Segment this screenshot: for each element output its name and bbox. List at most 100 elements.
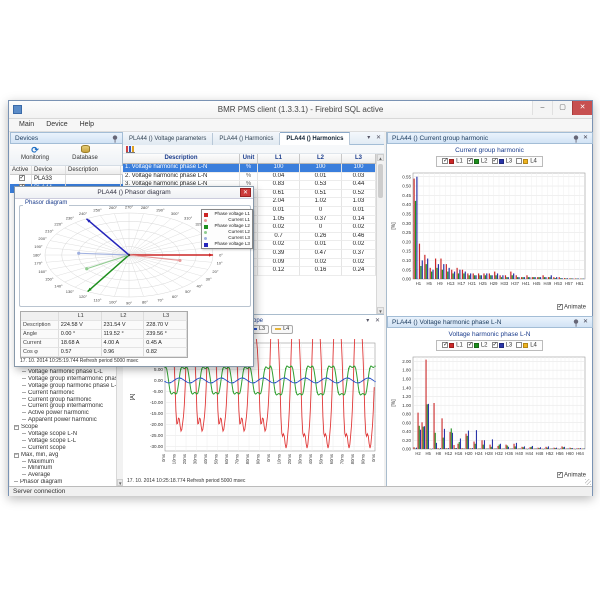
phasor-close-button[interactable]: ✕ xyxy=(240,188,251,197)
tab-close-icon[interactable]: ✕ xyxy=(376,135,381,141)
collapse-icon[interactable]: − xyxy=(14,425,19,430)
tab-list-dropdown-icon[interactable]: ▾ xyxy=(367,135,370,141)
tree-item[interactable]: Voltage harmonic phase L-L xyxy=(10,369,123,376)
active-checkbox[interactable]: ✓ xyxy=(19,175,25,181)
legend-item-l3[interactable]: ✓L3 xyxy=(492,158,513,165)
legend-item-l3[interactable]: ✓L3 xyxy=(492,342,513,349)
chart-icon-button[interactable] xyxy=(126,146,135,153)
maximize-button[interactable]: ▢ xyxy=(552,101,572,115)
svg-text:40ms: 40ms xyxy=(308,454,313,464)
harmonic-row[interactable]: 1. Voltage harmonic phase L-N% 100100100 xyxy=(123,164,384,173)
series-swatch-icon xyxy=(523,343,528,348)
tree-item[interactable]: Voltage group harmonic phase L-L xyxy=(10,383,123,390)
window-titlebar[interactable]: BMR PMS client (1.3.3.1) - Firebird SQL … xyxy=(9,101,592,119)
svg-text:H53: H53 xyxy=(554,281,562,286)
minimize-button[interactable]: – xyxy=(532,101,552,115)
tree-item[interactable]: Apparent power harmonic xyxy=(10,417,123,424)
svg-text:130°: 130° xyxy=(66,289,75,294)
legend-item-l1[interactable]: ✓L1 xyxy=(442,158,463,165)
monitoring-button[interactable]: ⟳Monitoring xyxy=(10,144,60,165)
series-checkbox[interactable]: ✓ xyxy=(442,342,448,348)
svg-text:10ms: 10ms xyxy=(172,454,177,464)
series-checkbox[interactable] xyxy=(516,342,522,348)
menu-item-main[interactable]: Main xyxy=(13,119,40,130)
tree-item[interactable]: Current scope xyxy=(10,445,123,452)
svg-text:10ms: 10ms xyxy=(277,454,282,464)
scope-toggle-l4[interactable]: L4 xyxy=(271,325,293,334)
tree-item[interactable]: Voltage group interharmonic phase L-L xyxy=(10,376,123,383)
tree-item[interactable]: −Scope xyxy=(10,424,123,431)
panel-close-icon[interactable]: ✕ xyxy=(375,318,380,324)
panel-close-icon[interactable]: ✕ xyxy=(583,133,588,144)
svg-text:10°: 10° xyxy=(217,261,223,266)
column-header[interactable]: Active xyxy=(10,166,32,174)
legend-item-l4[interactable]: L4 xyxy=(516,342,537,349)
column-header[interactable]: L3 xyxy=(342,154,376,164)
tree-item[interactable]: Maximum xyxy=(10,459,123,466)
scope-series-toggles: L3L4 xyxy=(247,325,295,334)
svg-text:0.45: 0.45 xyxy=(402,193,411,198)
phasor-window-titlebar[interactable]: PLA44 () Phasor diagram ✕ xyxy=(15,187,253,199)
series-checkbox[interactable]: ✓ xyxy=(467,342,473,348)
svg-text:0.10: 0.10 xyxy=(402,258,411,263)
svg-text:-15.00: -15.00 xyxy=(150,411,163,416)
column-header[interactable]: Device xyxy=(32,166,66,174)
database-button[interactable]: Database xyxy=(60,144,110,165)
menu-item-help[interactable]: Help xyxy=(74,119,100,130)
pin-icon[interactable] xyxy=(573,135,579,147)
chart-title: Current group harmonic xyxy=(387,147,592,154)
series-checkbox[interactable] xyxy=(516,158,522,164)
tree-item[interactable]: Minimum xyxy=(10,465,123,472)
legend-dot-icon xyxy=(204,237,207,240)
tree-item[interactable]: Average xyxy=(10,472,123,479)
scroll-up-icon[interactable]: ▲ xyxy=(377,154,384,161)
harmonics-scroll-thumb[interactable] xyxy=(378,164,383,198)
legend-item-l1[interactable]: ✓L1 xyxy=(442,342,463,349)
svg-text:30ms: 30ms xyxy=(298,454,303,464)
series-checkbox[interactable]: ✓ xyxy=(492,158,498,164)
tree-item[interactable]: Phasor diagram xyxy=(10,479,123,486)
series-checkbox[interactable]: ✓ xyxy=(467,158,473,164)
column-header[interactable]: Description xyxy=(123,154,240,164)
pin-icon[interactable] xyxy=(573,319,579,331)
resize-grip[interactable] xyxy=(585,479,591,485)
menu-bar: MainDeviceHelp xyxy=(9,119,592,132)
app-window: BMR PMS client (1.3.3.1) - Firebird SQL … xyxy=(8,100,593,496)
tab[interactable]: PLA44 () Harmonics xyxy=(280,132,350,145)
svg-text:0.00: 0.00 xyxy=(154,378,163,383)
harmonic-row[interactable]: 2. Voltage harmonic phase L-N% 0.040.010… xyxy=(123,173,384,182)
tree-item[interactable]: Voltage scope L-L xyxy=(10,438,123,445)
tree-item[interactable]: Current group interharmonic xyxy=(10,403,123,410)
panel-close-icon[interactable]: ✕ xyxy=(583,317,588,328)
tree-item[interactable]: −Max, min, avg xyxy=(10,452,123,459)
column-header[interactable]: L1 xyxy=(258,154,300,164)
column-header[interactable]: L2 xyxy=(300,154,342,164)
menu-item-device[interactable]: Device xyxy=(40,119,73,130)
legend-item-l2[interactable]: ✓L2 xyxy=(467,342,488,349)
animate-checkbox[interactable]: ✓ Animate xyxy=(557,304,586,311)
legend-item-l4[interactable]: L4 xyxy=(516,158,537,165)
tree-item[interactable]: Active power harmonic xyxy=(10,410,123,417)
tree-item[interactable]: Current harmonic xyxy=(10,390,123,397)
series-checkbox[interactable]: ✓ xyxy=(442,158,448,164)
column-header[interactable]: Unit xyxy=(240,154,258,164)
phasor-window[interactable]: PLA44 () Phasor diagram ✕ Phasor diagram… xyxy=(14,186,254,367)
series-checkbox[interactable]: ✓ xyxy=(492,342,498,348)
panel-dropdown-icon[interactable]: ▾ xyxy=(366,318,369,324)
animate-checkbox[interactable]: ✓ Animate xyxy=(557,472,586,479)
harmonics-scrollbar[interactable]: ▲ ▼ xyxy=(376,154,384,314)
svg-text:20ms: 20ms xyxy=(182,454,187,464)
status-text: Server connection xyxy=(13,488,65,495)
scroll-down-icon[interactable]: ▼ xyxy=(377,307,384,314)
collapse-icon[interactable]: − xyxy=(14,453,19,458)
tree-item[interactable]: Current group harmonic xyxy=(10,397,123,404)
legend-item-l2[interactable]: ✓L2 xyxy=(467,158,488,165)
device-row[interactable]: ✓ PLA33 xyxy=(10,175,123,184)
svg-text:150°: 150° xyxy=(45,276,54,281)
branch-tick xyxy=(22,433,26,434)
column-header[interactable]: Description xyxy=(66,166,121,174)
close-button[interactable]: ✕ xyxy=(572,101,592,115)
phasor-info-row: Angle0.00 °119.52 °239.56 ° xyxy=(21,330,187,339)
svg-text:1.00: 1.00 xyxy=(402,403,411,408)
tree-item[interactable]: Voltage scope L-N xyxy=(10,431,123,438)
